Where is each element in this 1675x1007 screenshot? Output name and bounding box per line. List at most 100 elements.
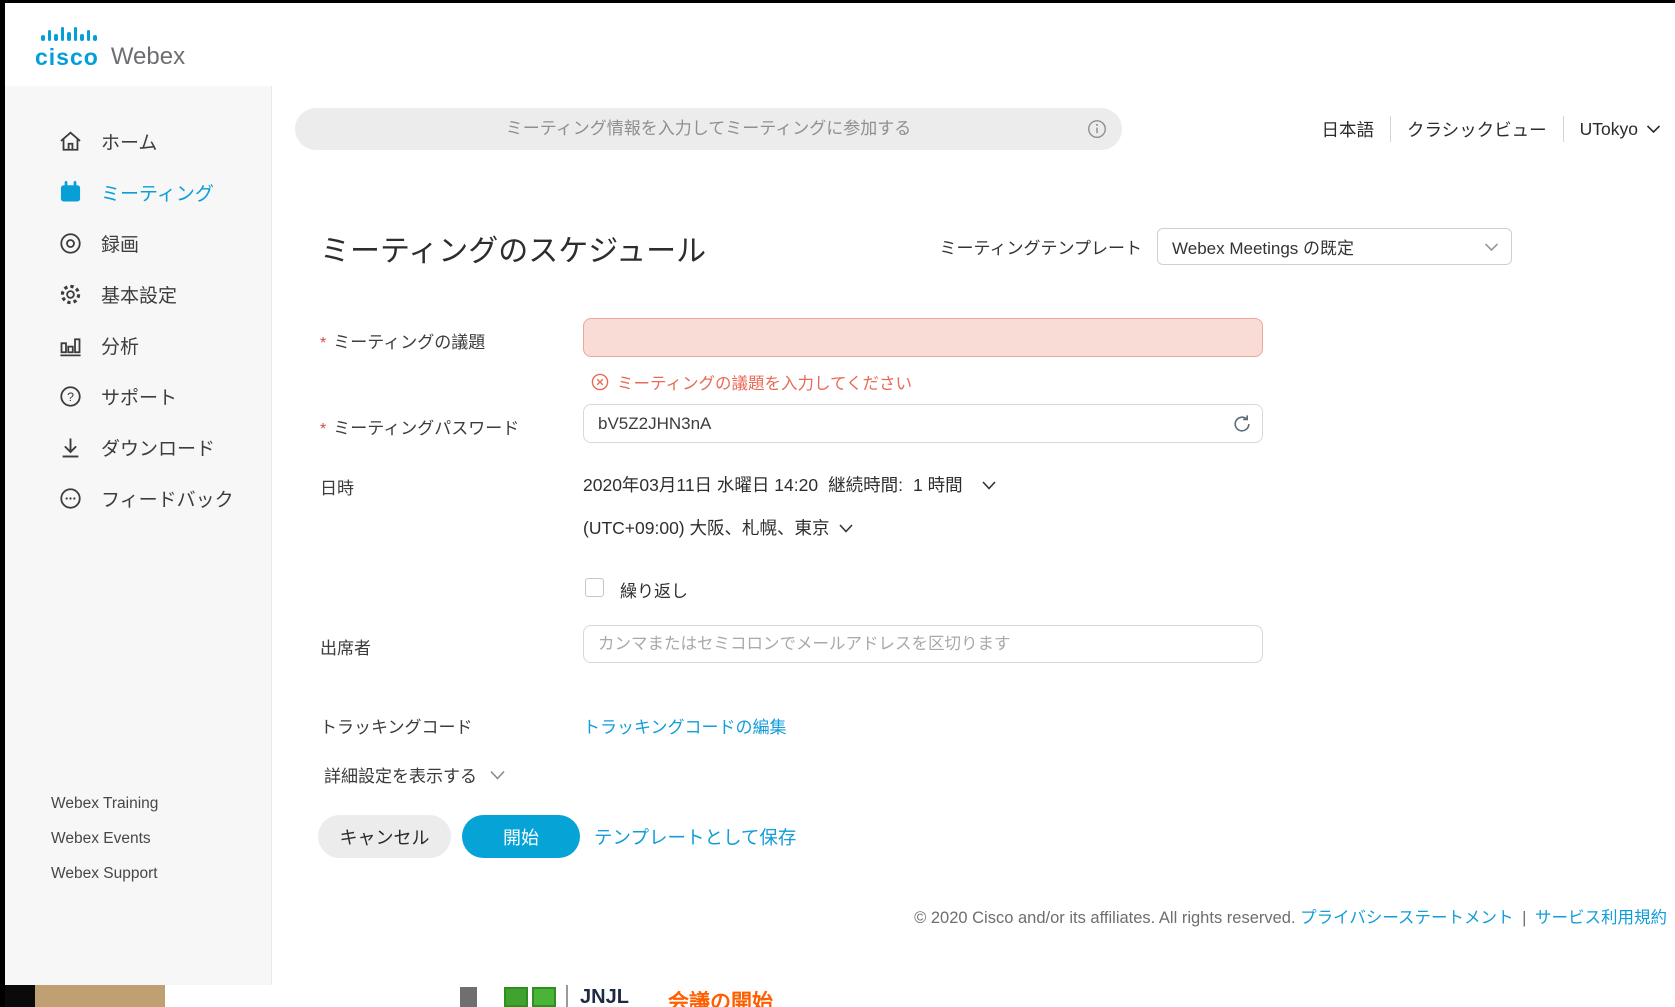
privacy-statement-link[interactable]: プライバシーステートメント — [1300, 909, 1513, 927]
page-footer: © 2020 Cisco and/or its affiliates. All … — [272, 904, 1667, 934]
password-input[interactable] — [583, 404, 1263, 443]
sidebar-item-label: ホーム — [101, 128, 157, 155]
show-advanced-settings-toggle[interactable]: 詳細設定を表示する — [324, 762, 506, 787]
cancel-button[interactable]: キャンセル — [318, 815, 451, 858]
terms-of-service-link[interactable]: サービス利用規約 — [1535, 909, 1667, 927]
strip-green-block — [504, 987, 528, 1007]
sidebar: ホーム ミーティング 録画 — [5, 86, 272, 985]
sidebar-nav: ホーム ミーティング 録画 — [5, 86, 271, 524]
strip-dark-text-fragment: JNJL — [580, 986, 629, 1007]
sidebar-item-label: サポート — [101, 383, 177, 410]
calendar-icon — [57, 179, 84, 206]
window-edge-left — [0, 0, 5, 1007]
duration-label: 継続時間: — [828, 472, 903, 497]
webex-training-link[interactable]: Webex Training — [51, 786, 158, 821]
attendees-row: 出席者 — [272, 625, 1675, 663]
sidebar-item-support[interactable]: ? サポート — [5, 371, 271, 422]
recurrence-row: 繰り返し — [272, 572, 1675, 604]
footer-separator: | — [1522, 909, 1526, 927]
attendees-label: 出席者 — [320, 634, 371, 659]
strip-gray-block — [460, 987, 477, 1007]
sidebar-item-downloads[interactable]: ダウンロード — [5, 422, 271, 473]
join-meeting-search — [295, 108, 1122, 150]
info-icon[interactable] — [1086, 118, 1108, 140]
timezone-row: (UTC+09:00) 大阪、札幌、東京 — [272, 508, 1675, 546]
sidebar-item-label: フィードバック — [101, 485, 234, 512]
recurrence-checkbox[interactable] — [585, 578, 604, 597]
webex-events-link[interactable]: Webex Events — [51, 821, 158, 856]
underlying-window-strip: JNJL 会議の開始 — [0, 985, 1675, 1007]
topic-row: *ミーティングの議題 — [272, 318, 1675, 357]
start-button[interactable]: 開始 — [462, 815, 580, 858]
sidebar-item-analytics[interactable]: 分析 — [5, 320, 271, 371]
strip-black-block — [0, 985, 35, 1007]
password-row: *ミーティングパスワード — [272, 404, 1675, 443]
cisco-logo-mark: cisco — [35, 19, 99, 69]
gear-icon — [57, 281, 84, 308]
required-marker: * — [320, 421, 326, 438]
home-icon — [57, 128, 84, 155]
strip-divider — [566, 985, 568, 1007]
user-menu[interactable]: UTokyo — [1580, 119, 1661, 140]
timezone-picker[interactable]: (UTC+09:00) 大阪、札幌、東京 — [583, 508, 854, 546]
chevron-down-icon — [1646, 124, 1661, 134]
sidebar-item-home[interactable]: ホーム — [5, 116, 271, 167]
page-title: ミーティングのスケジュール — [320, 226, 706, 270]
sidebar-item-meetings[interactable]: ミーティング — [5, 167, 271, 218]
datetime-value: 2020年03月11日 水曜日 14:20 — [583, 472, 818, 497]
password-label: *ミーティングパスワード — [320, 414, 519, 439]
classic-view-link[interactable]: クラシックビュー — [1407, 117, 1547, 142]
download-icon — [57, 434, 84, 461]
sidebar-item-feedback[interactable]: フィードバック — [5, 473, 271, 524]
sidebar-item-preferences[interactable]: 基本設定 — [5, 269, 271, 320]
required-marker: * — [320, 335, 326, 352]
chevron-down-icon — [1484, 242, 1499, 252]
divider — [1563, 116, 1564, 142]
template-select[interactable]: Webex Meetings の既定 — [1157, 228, 1512, 265]
save-as-template-link[interactable]: テンプレートとして保存 — [594, 824, 796, 850]
language-link[interactable]: 日本語 — [1321, 117, 1374, 142]
timezone-value: (UTC+09:00) 大阪、札幌、東京 — [583, 515, 830, 540]
record-icon — [57, 230, 84, 257]
advanced-settings-label: 詳細設定を表示する — [324, 762, 477, 787]
chevron-down-icon — [838, 523, 854, 534]
chevron-down-icon — [489, 769, 506, 781]
window-edge-top — [0, 0, 1675, 3]
cisco-webex-logo[interactable]: cisco Webex — [35, 19, 185, 69]
cisco-wordmark: cisco — [35, 46, 99, 69]
advanced-row: 詳細設定を表示する — [272, 762, 1675, 796]
error-message: ミーティングの議題を入力してください — [617, 370, 912, 394]
datetime-row: 日時 2020年03月11日 水曜日 14:20 継続時間: 1 時間 — [272, 464, 1675, 504]
user-name: UTokyo — [1580, 119, 1638, 140]
recurrence-label: 繰り返し — [620, 577, 688, 602]
search-input[interactable] — [295, 108, 1122, 150]
title-row: ミーティングのスケジュール ミーティングテンプレート Webex Meeting… — [272, 226, 1675, 272]
topic-input[interactable] — [583, 318, 1263, 357]
topic-error: ミーティングの議題を入力してください — [591, 370, 912, 394]
sidebar-item-label: ミーティング — [101, 179, 214, 206]
webex-schedule-page: cisco Webex ホーム — [0, 0, 1675, 1007]
main-content: 日本語 クラシックビュー UTokyo ミーティングのスケジュール ミーティング… — [272, 86, 1675, 985]
webex-support-link[interactable]: Webex Support — [51, 856, 158, 891]
regenerate-password-icon[interactable] — [1230, 412, 1254, 436]
tracking-row: トラッキングコード トラッキングコードの編集 — [272, 706, 1675, 740]
strip-tan-block — [35, 985, 165, 1007]
tracking-label: トラッキングコード — [320, 713, 473, 738]
bar-chart-icon — [57, 332, 84, 359]
divider — [1390, 116, 1391, 142]
svg-text:?: ? — [67, 390, 74, 404]
sidebar-item-recordings[interactable]: 録画 — [5, 218, 271, 269]
sidebar-item-label: 基本設定 — [101, 281, 177, 308]
copyright-text: © 2020 Cisco and/or its affiliates. All … — [914, 909, 1295, 927]
attendees-input[interactable] — [583, 625, 1263, 663]
header-links: 日本語 クラシックビュー UTokyo — [1321, 108, 1661, 150]
datetime-label: 日時 — [320, 474, 354, 499]
sidebar-item-label: 分析 — [101, 332, 139, 359]
cisco-bars-icon — [41, 19, 97, 41]
edit-tracking-code-link[interactable]: トラッキングコードの編集 — [583, 713, 787, 738]
datetime-picker[interactable]: 2020年03月11日 水曜日 14:20 継続時間: 1 時間 — [583, 464, 997, 504]
template-selected-value: Webex Meetings の既定 — [1172, 234, 1354, 259]
topic-label: *ミーティングの議題 — [320, 328, 485, 353]
strip-green-block — [532, 987, 556, 1007]
error-icon — [591, 373, 609, 391]
